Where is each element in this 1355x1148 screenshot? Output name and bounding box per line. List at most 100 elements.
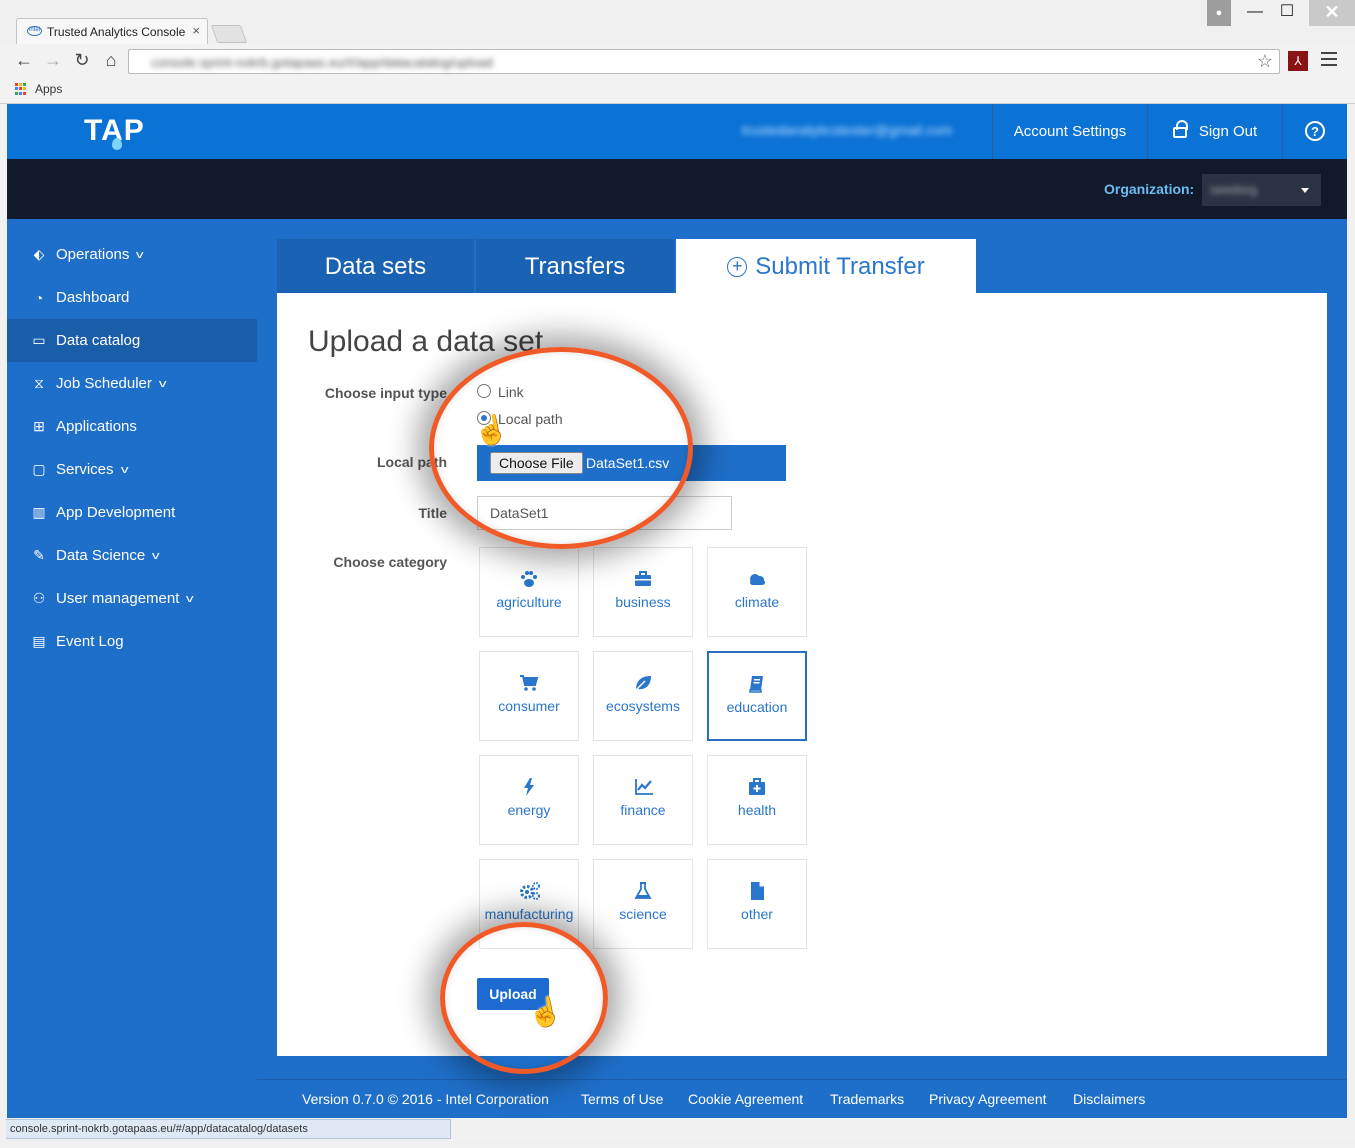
sidebar-item-label: Data Science — [56, 547, 146, 564]
apps-bookmark[interactable]: Apps — [35, 82, 62, 96]
sidebar: ⬖ Operations v ◔ Dashboard ▭ Data catalog ⧖ Job … — [7, 219, 257, 1118]
sidebar-item-job-scheduler[interactable]: ⧖ Job Scheduler v — [7, 362, 257, 405]
flask-icon — [633, 881, 653, 901]
account-settings-link[interactable]: Account Settings — [992, 104, 1147, 159]
category-agriculture[interactable]: agriculture — [479, 547, 579, 637]
footer: Version 0.7.0 © 2016 - Intel Corporation… — [257, 1079, 1347, 1118]
bookmarks-bar: Apps — [0, 78, 1355, 102]
tab-close-icon[interactable]: × — [192, 23, 200, 38]
category-label: health — [737, 802, 777, 818]
title-label: Title — [418, 505, 447, 521]
sidebar-item-data-science[interactable]: ✎ Data Science v — [7, 534, 257, 577]
sidebar-item-operations[interactable]: ⬖ Operations v — [7, 233, 257, 276]
tab-transfers[interactable]: Transfers — [476, 239, 674, 294]
terms-of-use-link[interactable]: Terms of Use — [581, 1091, 663, 1107]
choose-file-button[interactable]: Choose File — [490, 452, 583, 474]
sign-out-label: Sign Out — [1198, 123, 1258, 140]
category-ecosystems[interactable]: ecosystems — [593, 651, 693, 741]
chevron-down-icon: v — [120, 463, 129, 476]
sidebar-item-app-development[interactable]: ▥ App Development — [7, 491, 257, 534]
sidebar-item-user-management[interactable]: ⚇ User management v — [7, 577, 257, 620]
radio-local-path-label[interactable]: Local path — [498, 411, 563, 427]
book-icon — [747, 674, 767, 694]
profile-icon[interactable]: ● — [1207, 0, 1231, 26]
category-manufacturing[interactable]: manufacturing — [479, 859, 579, 949]
browser-tabstrip: intel Trusted Analytics Console × ● — ☐ … — [0, 0, 1355, 44]
sidebar-item-services[interactable]: ▢ Services v — [7, 448, 257, 491]
bookmark-star-icon[interactable]: ☆ — [1257, 51, 1273, 72]
radio-link-label[interactable]: Link — [498, 384, 524, 400]
category-label: consumer — [498, 698, 560, 714]
trademarks-link[interactable]: Trademarks — [830, 1091, 904, 1107]
lock-icon — [1172, 120, 1188, 138]
category-business[interactable]: business — [593, 547, 693, 637]
category-label: business — [615, 594, 671, 610]
status-bar: console.sprint-nokrb.gotapaas.eu/#/app/d… — [6, 1119, 451, 1139]
privacy-agreement-link[interactable]: Privacy Agreement — [929, 1091, 1047, 1107]
sidebar-item-applications[interactable]: ⊞ Applications — [7, 405, 257, 448]
category-science[interactable]: science — [593, 859, 693, 949]
address-bar[interactable]: console.sprint-nokrb.gotapaas.eu/#/app/d… — [128, 49, 1280, 74]
gauge-icon: ◔ — [34, 289, 44, 306]
user-email: trustedanalyticstester@gmail.com — [742, 122, 953, 138]
category-other[interactable]: other — [707, 859, 807, 949]
minimize-button[interactable]: — — [1239, 0, 1271, 26]
top-navigation: TAP trustedanalyticstester@gmail.com Acc… — [7, 104, 1347, 159]
local-path-label: Local path — [376, 454, 447, 470]
file-icon — [747, 881, 767, 901]
category-health[interactable]: health — [707, 755, 807, 845]
cart-icon — [519, 673, 539, 693]
forward-arrow-icon[interactable]: → — [42, 50, 64, 71]
browser-menu-icon[interactable] — [1321, 52, 1337, 70]
browser-toolbar: ← → ↻ ⌂ console.sprint-nokrb.gotapaas.eu… — [0, 46, 1355, 78]
window-bottom-edge — [0, 1140, 1355, 1148]
title-input[interactable] — [477, 496, 732, 530]
page-title: Upload a data set — [308, 325, 544, 358]
new-tab-button[interactable] — [210, 25, 248, 43]
radio-local-path[interactable] — [477, 411, 491, 425]
category-climate[interactable]: climate — [707, 547, 807, 637]
organization-value: seedorg — [1210, 182, 1257, 197]
back-arrow-icon[interactable]: ← — [13, 50, 35, 71]
sidebar-item-data-catalog[interactable]: ▭ Data catalog — [7, 319, 257, 362]
input-type-label: Choose input type — [324, 385, 447, 401]
help-button[interactable]: ? — [1282, 104, 1347, 159]
intel-favicon-icon: intel — [27, 26, 42, 36]
sidebar-item-dashboard[interactable]: ◔ Dashboard — [7, 276, 257, 319]
window-close-button[interactable]: ✕ — [1309, 0, 1355, 26]
sidebar-item-label: User management — [56, 590, 180, 607]
category-label: Choose category — [333, 554, 447, 570]
tab-submit-transfer-label: Submit Transfer — [755, 253, 925, 280]
medkit-icon — [747, 777, 767, 797]
pdf-extension-icon[interactable]: ⅄ — [1288, 51, 1308, 71]
sidebar-item-event-log[interactable]: ▤ Event Log — [7, 620, 257, 663]
category-label: science — [619, 906, 667, 922]
category-consumer[interactable]: consumer — [479, 651, 579, 741]
chevron-down-icon: v — [158, 377, 167, 390]
category-education[interactable]: education — [707, 651, 807, 741]
tab-data-sets[interactable]: Data sets — [277, 239, 474, 294]
upload-button[interactable]: Upload — [477, 978, 549, 1010]
maximize-button[interactable]: ☐ — [1271, 0, 1303, 26]
apps-grid-icon[interactable] — [15, 83, 27, 95]
category-energy[interactable]: energy — [479, 755, 579, 845]
disclaimers-link[interactable]: Disclaimers — [1073, 1091, 1145, 1107]
radio-link[interactable] — [477, 384, 491, 398]
tab-transfers-label: Transfers — [524, 253, 626, 280]
sidebar-item-label: Dashboard — [56, 289, 130, 306]
window-controls: ● — ☐ ✕ — [1207, 0, 1355, 26]
browser-tab[interactable]: intel Trusted Analytics Console × — [16, 18, 208, 44]
cookie-agreement-link[interactable]: Cookie Agreement — [688, 1091, 803, 1107]
cogs-icon — [519, 881, 540, 901]
reload-icon[interactable]: ↻ — [71, 50, 93, 71]
home-icon[interactable]: ⌂ — [100, 50, 122, 71]
briefcase-icon — [633, 569, 653, 589]
plus-circle-icon: + — [727, 257, 748, 277]
category-finance[interactable]: finance — [593, 755, 693, 845]
organization-select[interactable]: seedorg — [1202, 174, 1321, 206]
tab-submit-transfer[interactable]: + Submit Transfer — [676, 239, 976, 294]
upload-panel: Upload a data set Choose input type Link… — [277, 293, 1327, 1056]
sidebar-item-label: Applications — [56, 418, 137, 435]
tag-icon: ⬖ — [33, 246, 45, 262]
sign-out-link[interactable]: Sign Out — [1147, 104, 1282, 159]
